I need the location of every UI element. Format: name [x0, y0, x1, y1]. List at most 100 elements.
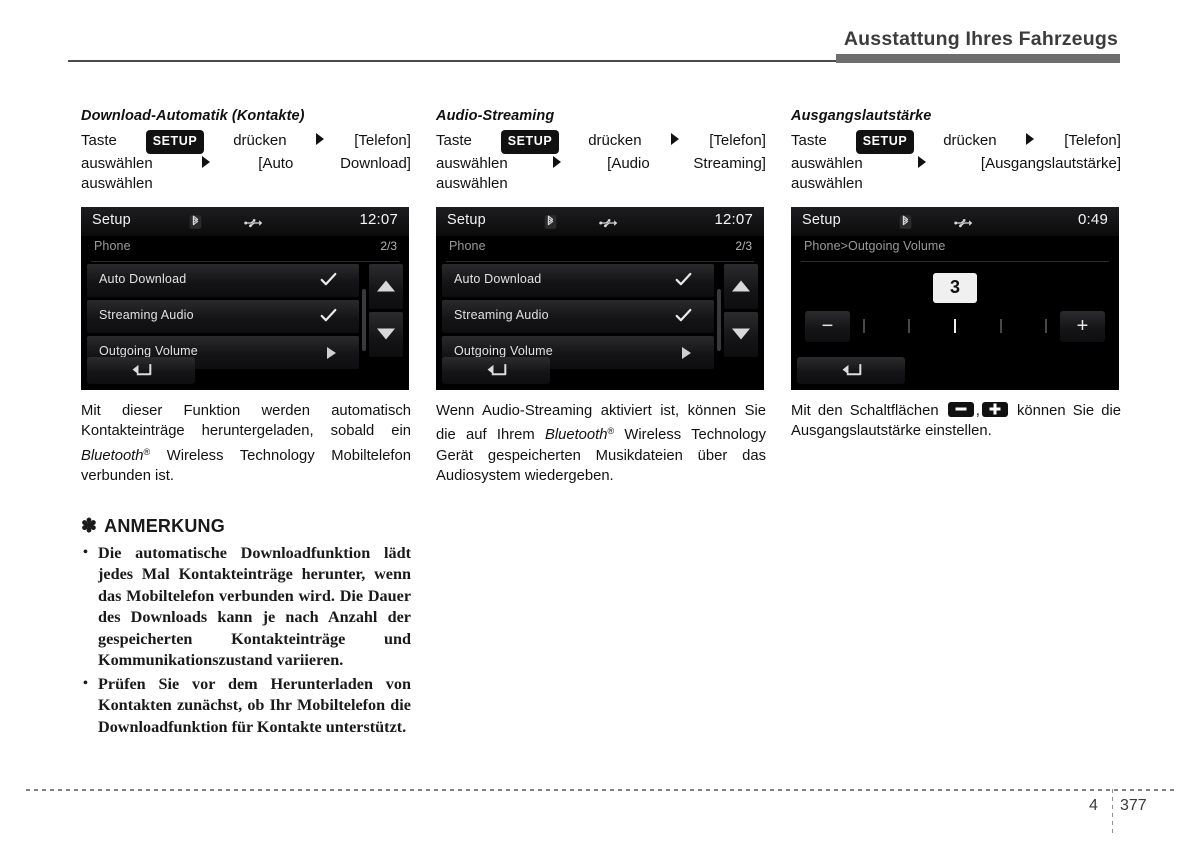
list-item[interactable]: Auto Download — [87, 263, 359, 297]
setup-button-badge[interactable]: SETUP — [500, 130, 560, 154]
triangle-right-icon — [917, 155, 926, 168]
screen-list: Auto Download Streaming Audio Outgoing V… — [442, 263, 714, 372]
header-rule-accent — [836, 54, 1120, 63]
caret-down-icon — [732, 328, 750, 340]
screen-clock: 0:49 — [1078, 210, 1108, 228]
list-item-label: Outgoing Volume — [454, 343, 553, 358]
list-item-label: Auto Download — [454, 271, 542, 286]
volume-decrease-button[interactable]: − — [805, 310, 850, 342]
section-description: Mit dieser Funktion werden automatisch K… — [81, 401, 411, 487]
list-item[interactable]: Auto Download — [442, 263, 714, 297]
list-item[interactable]: Streaming Audio — [87, 299, 359, 333]
caret-up-icon — [377, 280, 395, 292]
screen-title: Setup — [802, 211, 841, 228]
screen-breadcrumb: Phone — [449, 238, 486, 253]
path-menu-item-b: Streaming] — [693, 154, 766, 172]
screen-divider — [446, 260, 754, 262]
section-ausgangslautstaerke: Ausgangslautstärke Taste SETUP drücken [… — [791, 108, 1121, 442]
back-arrow-icon — [487, 364, 507, 376]
note-list-item: Prüfen Sie vor dem Herunterladen von Kon… — [81, 673, 411, 739]
back-button[interactable] — [797, 356, 905, 384]
section-heading: Download-Automatik (Kontakte) — [81, 108, 305, 124]
footer-vertical-rule — [1112, 789, 1113, 835]
screen-outgoing-volume[interactable]: Setup 0:49 Phone>Outgoing Volume 3 − + — [791, 206, 1119, 390]
check-icon — [675, 272, 692, 285]
page-header: Ausstattung Ihres Fahrzeugs — [0, 0, 1200, 70]
check-icon — [320, 308, 337, 321]
setup-button-badge[interactable]: SETUP — [145, 130, 205, 154]
usb-icon — [244, 218, 263, 227]
screen-setup-phone-1[interactable]: Setup 12:07 Phone 2/3 Auto Download Stre… — [81, 206, 409, 390]
section-description: Wenn Audio-Streaming aktiviert ist, könn… — [436, 401, 766, 487]
scroll-up-button[interactable] — [369, 263, 403, 309]
screen-subheader: Phone 2/3 — [81, 236, 409, 262]
check-icon — [675, 308, 692, 321]
path-telefon-item: [Telefon] — [354, 132, 411, 149]
asterisk-icon: ✽ — [81, 515, 98, 537]
scroll-down-button[interactable] — [724, 311, 758, 357]
scroll-down-button[interactable] — [369, 311, 403, 357]
screen-breadcrumb: Phone>Outgoing Volume — [804, 238, 946, 253]
chapter-number: 4 — [1089, 797, 1098, 814]
screen-list: Auto Download Streaming Audio Outgoing V… — [87, 263, 359, 372]
note-block: ✽ ANMERKUNG Die automatische Downloadfun… — [81, 516, 411, 739]
screen-scrollbar[interactable] — [717, 288, 721, 351]
triangle-right-icon — [553, 155, 562, 168]
bluetooth-icon — [899, 214, 912, 229]
arrow-right-icon — [682, 346, 691, 359]
volume-tick — [1000, 318, 1002, 333]
list-item-label: Outgoing Volume — [99, 343, 198, 358]
description-text-part1: Mit dieser Funktion werden automatisch K… — [81, 402, 411, 440]
path-auswaehlen-label: auswählen — [81, 154, 153, 172]
list-item-label: Auto Download — [99, 271, 187, 286]
back-button[interactable] — [442, 356, 550, 384]
plus-button-icon — [981, 401, 1008, 417]
path-taste-label: Taste — [81, 132, 117, 149]
list-item-label: Streaming Audio — [99, 307, 194, 322]
screen-setup-phone-2[interactable]: Setup 12:07 Phone 2/3 Auto Download Stre… — [436, 206, 764, 390]
volume-slider-ticks[interactable] — [863, 316, 1047, 336]
volume-tick — [863, 318, 865, 333]
path-menu-item-a: [Auto — [258, 154, 294, 172]
bluetooth-trademark: Bluetooth — [544, 427, 608, 443]
path-taste-label: Taste — [436, 132, 472, 149]
triangle-right-icon — [1026, 133, 1035, 145]
back-button[interactable] — [87, 356, 195, 384]
path-menu-item-a: [Ausgangslautstärke] — [980, 154, 1121, 172]
screen-scrollbar[interactable] — [362, 288, 366, 351]
path-druecken-label: drücken — [233, 132, 287, 149]
volume-increase-button[interactable]: + — [1060, 310, 1105, 342]
screen-title: Setup — [447, 211, 486, 228]
volume-value-display: 3 — [933, 272, 977, 303]
back-arrow-icon — [132, 364, 152, 376]
back-arrow-icon — [842, 364, 862, 376]
footer-divider — [26, 789, 1174, 791]
caret-down-icon — [377, 328, 395, 340]
scroll-up-button[interactable] — [724, 263, 758, 309]
screen-title: Setup — [92, 211, 131, 228]
volume-tick — [908, 318, 910, 333]
path-menu-item-a: [Audio — [607, 154, 650, 172]
triangle-right-icon — [316, 133, 325, 145]
path-taste-label: Taste — [791, 132, 827, 149]
section-audio-streaming: Audio-Streaming Taste SETUP drücken [Tel… — [436, 108, 766, 487]
section-download-automatik: Download-Automatik (Kontakte) Taste SETU… — [81, 108, 411, 740]
usb-icon — [954, 218, 973, 227]
check-icon — [320, 272, 337, 285]
bluetooth-trademark: Bluetooth — [81, 447, 144, 464]
triangle-right-icon — [671, 133, 680, 145]
note-list: Die automatische Downloadfunktion lädt j… — [81, 542, 411, 739]
screen-page-indicator: 2/3 — [380, 238, 397, 253]
bluetooth-icon — [544, 214, 557, 229]
path-druecken-label: drücken — [943, 132, 997, 149]
setup-button-badge[interactable]: SETUP — [855, 130, 915, 154]
note-list-item: Die automatische Downloadfunktion lädt j… — [81, 542, 411, 672]
screen-clock: 12:07 — [359, 210, 398, 228]
path-auswaehlen-label-2: auswählen — [81, 175, 153, 192]
path-auswaehlen-label-2: auswählen — [791, 175, 863, 192]
triangle-right-icon — [201, 155, 210, 168]
page-number: 377 — [1120, 797, 1147, 814]
navigation-path: Taste SETUP drücken [Telefon] auswählen … — [81, 130, 411, 195]
usb-icon — [599, 218, 618, 227]
list-item[interactable]: Streaming Audio — [442, 299, 714, 333]
